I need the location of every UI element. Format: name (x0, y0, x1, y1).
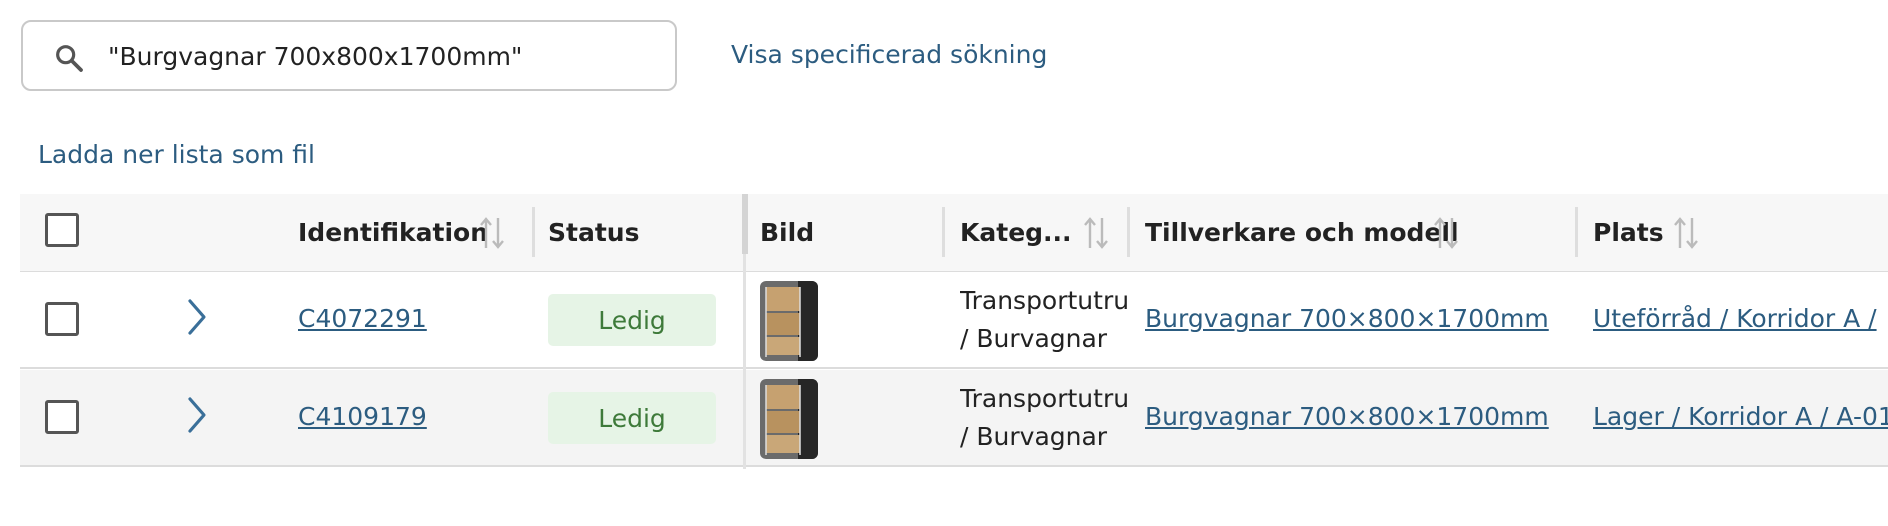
status-badge: Ledig (548, 392, 716, 444)
row-checkbox[interactable] (45, 400, 79, 434)
status-badge: Ledig (548, 294, 716, 346)
column-header-identifikation[interactable]: Identifikation (298, 218, 488, 247)
table-row[interactable]: C4072291 Ledig Transportutru / Burvagnar… (20, 272, 1888, 369)
sort-identifikation-icon[interactable] (478, 214, 506, 252)
row-location-link[interactable]: Lager / Korridor A / A-01 (1593, 402, 1888, 431)
chevron-right-icon[interactable] (184, 297, 210, 337)
table-header: Identifikation Status Bild Kateg... Till… (20, 194, 1888, 272)
row-category: Transportutru / Burvagnar (960, 286, 1130, 353)
results-table: Identifikation Status Bild Kateg... Till… (20, 194, 1888, 469)
row-category: Transportutru / Burvagnar (960, 384, 1130, 451)
row-checkbox[interactable] (45, 302, 79, 336)
column-header-kategori[interactable]: Kateg... (960, 218, 1072, 247)
column-divider[interactable] (532, 207, 535, 257)
row-id-link[interactable]: C4072291 (298, 304, 427, 333)
item-thumbnail[interactable] (760, 379, 818, 459)
sort-plats-icon[interactable] (1672, 214, 1700, 252)
column-resize-handle[interactable] (742, 194, 748, 254)
column-divider[interactable] (1575, 207, 1578, 257)
row-id-link[interactable]: C4109179 (298, 402, 427, 431)
row-model-link[interactable]: Burgvagnar 700×800×1700mm (1145, 304, 1549, 333)
search-input[interactable] (108, 34, 648, 78)
advanced-search-link[interactable]: Visa specificerad sökning (731, 40, 1047, 69)
column-header-bild: Bild (760, 218, 815, 247)
column-header-plats[interactable]: Plats (1593, 218, 1664, 247)
column-divider[interactable] (942, 207, 945, 257)
item-thumbnail[interactable] (760, 281, 818, 361)
row-model-link[interactable]: Burgvagnar 700×800×1700mm (1145, 402, 1549, 431)
sort-kategori-icon[interactable] (1082, 214, 1110, 252)
column-header-tillverkare[interactable]: Tillverkare och modell (1145, 218, 1459, 247)
search-box[interactable] (21, 20, 677, 91)
column-divider[interactable] (1127, 207, 1130, 257)
download-list-link[interactable]: Ladda ner lista som fil (38, 140, 315, 169)
row-location-link[interactable]: Uteförråd / Korridor A / (1593, 304, 1877, 333)
search-icon (56, 45, 83, 72)
select-all-checkbox[interactable] (45, 213, 79, 247)
chevron-right-icon[interactable] (184, 395, 210, 435)
cage-cart-image (760, 379, 818, 459)
table-row[interactable]: C4109179 Ledig Transportutru / Burvagnar… (20, 370, 1888, 467)
sort-tillverkare-icon[interactable] (1432, 214, 1460, 252)
cage-cart-image (760, 281, 818, 361)
column-header-status[interactable]: Status (548, 218, 639, 247)
